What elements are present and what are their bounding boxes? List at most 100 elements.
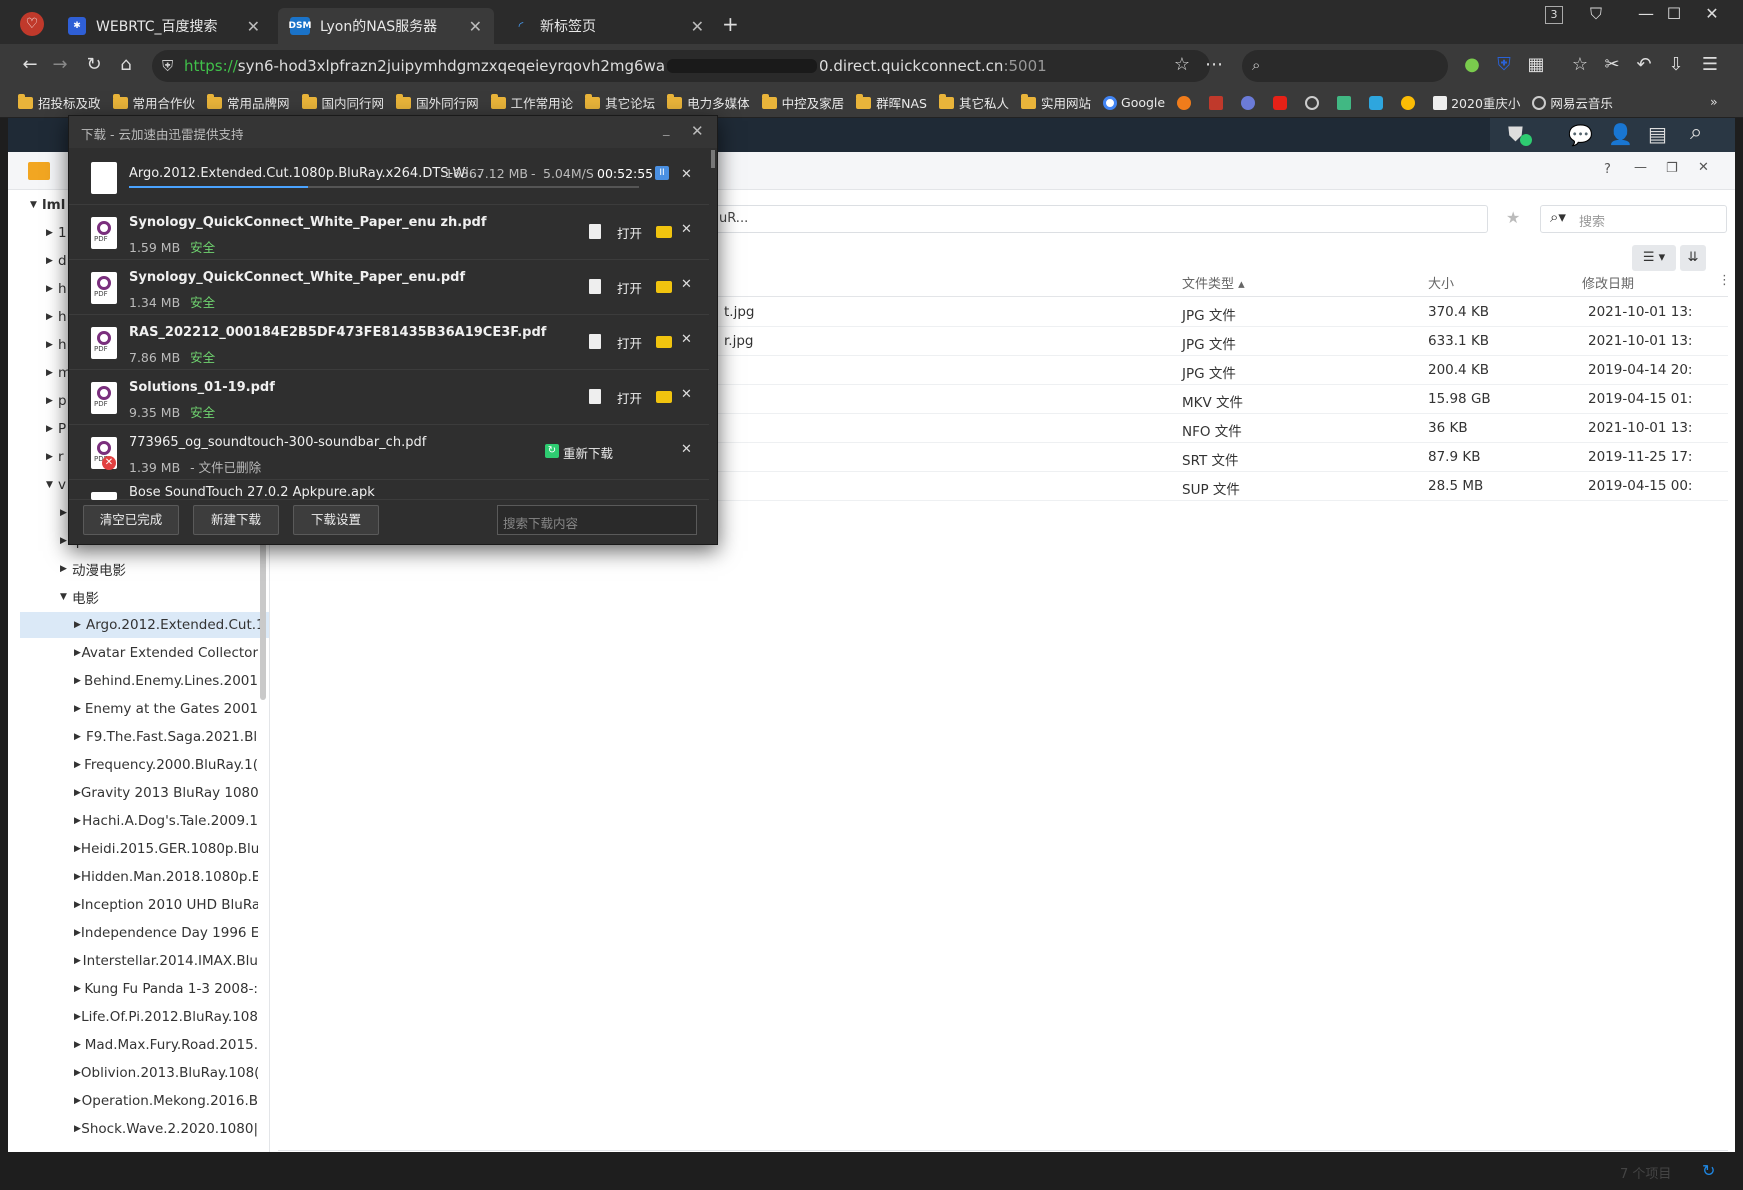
tree-item[interactable]: ▼ 电影 <box>8 584 258 610</box>
caret-right-icon[interactable]: ▶ <box>74 984 84 994</box>
remove-download-icon[interactable]: ✕ <box>681 332 692 347</box>
caret-down-icon[interactable]: ▼ <box>46 480 58 490</box>
caret-down-icon[interactable]: ▼ <box>60 592 72 602</box>
tree-item[interactable]: ▶ Heidi.2015.GER.1080p.Blu <box>8 836 258 862</box>
tree-item[interactable]: ▶ Shock.Wave.2.2020.1080| <box>8 1116 258 1142</box>
remove-download-icon[interactable]: ✕ <box>681 167 692 182</box>
undo-icon[interactable]: ↶ <box>1632 54 1656 75</box>
document-icon[interactable] <box>589 224 601 239</box>
document-icon[interactable] <box>589 279 601 294</box>
help-icon[interactable]: ? <box>1604 162 1611 177</box>
bookmark-swirl-icon[interactable] <box>1241 95 1256 110</box>
extension-icon[interactable]: ● <box>1460 54 1484 75</box>
user-icon[interactable]: 👤 <box>1608 122 1633 146</box>
column-size[interactable]: 大小 <box>1428 273 1454 292</box>
caret-right-icon[interactable]: ▶ <box>74 648 81 658</box>
menu-icon[interactable]: ☰ <box>1698 54 1722 75</box>
redownload-button[interactable]: 重新下载 <box>563 443 613 462</box>
minimize-panel-icon[interactable]: _ <box>663 122 670 137</box>
shield-icon[interactable]: ⛨ <box>162 57 173 75</box>
browser-logo-icon[interactable]: ♡ <box>20 12 44 36</box>
sogou-icon[interactable] <box>1177 95 1192 110</box>
caret-right-icon[interactable]: ▶ <box>74 620 86 630</box>
caret-right-icon[interactable]: ▶ <box>74 760 84 770</box>
caret-right-icon[interactable]: ▶ <box>74 1012 81 1022</box>
bookmark-folder[interactable]: 国外同行网 <box>396 93 479 112</box>
close-window-icon[interactable]: ✕ <box>1694 4 1730 23</box>
caret-right-icon[interactable]: ▶ <box>74 928 81 938</box>
tab-new[interactable]: ◜ 新标签页 ✕ <box>500 8 716 44</box>
telegram-icon[interactable] <box>1369 95 1384 110</box>
bookmark-folder[interactable]: 工作常用论 <box>490 93 573 112</box>
bookmark-netease[interactable]: 网易云音乐 <box>1532 93 1613 112</box>
bookmark-folder[interactable]: 常用品牌网 <box>207 93 290 112</box>
remove-download-icon[interactable]: ✕ <box>681 442 692 457</box>
download-icon[interactable]: ⇩ <box>1664 54 1688 75</box>
caret-right-icon[interactable]: ▶ <box>46 340 58 350</box>
more-icon[interactable]: ⋯ <box>1202 54 1226 75</box>
caret-down-icon[interactable]: ▼ <box>30 200 42 210</box>
caret-right-icon[interactable]: ▶ <box>74 788 81 798</box>
caret-right-icon[interactable]: ▶ <box>46 396 58 406</box>
column-modified[interactable]: 修改日期 <box>1582 273 1634 292</box>
download-item[interactable]: PDF Synology_QuickConnect_White_Paper_enu… <box>69 205 709 260</box>
back-icon[interactable]: ← <box>18 54 42 75</box>
caret-right-icon[interactable]: ▶ <box>74 872 81 882</box>
caret-right-icon[interactable]: ▶ <box>74 1096 82 1106</box>
widgets-icon[interactable]: ▤ <box>1648 122 1667 146</box>
browser-search-input[interactable]: ⌕ <box>1242 50 1448 82</box>
pause-icon[interactable]: II <box>655 166 669 180</box>
bookmark-folder[interactable]: 实用网站 <box>1021 93 1091 112</box>
bookmark-2020[interactable]: 2020重庆小 <box>1433 93 1520 112</box>
apps-grid-icon[interactable]: ▦ <box>1524 54 1548 75</box>
bookmark-folder[interactable]: 招投标及政 <box>18 93 101 112</box>
bookmark-folder[interactable]: 其它私人 <box>938 93 1009 112</box>
bookmark-google[interactable]: Google <box>1103 95 1165 110</box>
home-icon[interactable]: ⌂ <box>114 54 138 75</box>
globe-icon[interactable] <box>1305 95 1320 110</box>
remove-download-icon[interactable]: ✕ <box>681 222 692 237</box>
open-folder-icon[interactable] <box>656 336 672 348</box>
bookmark-folder[interactable]: 常用合作伙 <box>112 93 195 112</box>
caret-right-icon[interactable]: ▶ <box>46 312 58 322</box>
vue-icon[interactable] <box>1337 95 1352 110</box>
tree-item[interactable]: ▶ Oblivion.2013.BluRay.108( <box>8 1060 258 1086</box>
download-list-scrollbar[interactable] <box>711 150 715 168</box>
shield-ext-icon[interactable]: ⛨ <box>1492 54 1516 75</box>
download-item[interactable]: PDF ✕ 773965_og_soundtouch-300-soundbar_ch… <box>69 425 709 480</box>
tab-count-badge[interactable]: 3 <box>1545 6 1563 24</box>
bookmark-star-icon[interactable]: ☆ <box>1170 54 1194 75</box>
tree-item[interactable]: ▶ Frequency.2000.BluRay.1( <box>8 752 258 778</box>
document-icon[interactable] <box>589 334 601 349</box>
tree-item[interactable]: ▶ Independence Day 1996 E <box>8 920 258 946</box>
caret-right-icon[interactable]: ▶ <box>46 424 58 434</box>
tree-item[interactable]: ▶ Operation.Mekong.2016.B <box>8 1088 258 1114</box>
caret-right-icon[interactable]: ▶ <box>46 256 58 266</box>
caret-right-icon[interactable]: ▶ <box>46 452 58 462</box>
tree-item[interactable]: ▶ 动漫电影 <box>8 556 258 582</box>
tree-item[interactable]: ▶ Gravity 2013 BluRay 1080 <box>8 780 258 806</box>
address-bar[interactable]: ⛨ https:// syn6-hod3xlpfrazn2juipymhdgmz… <box>152 50 1210 82</box>
tree-item[interactable]: ▶ Interstellar.2014.IMAX.Blu <box>8 948 258 974</box>
scissors-icon[interactable]: ✂ <box>1600 54 1624 75</box>
new-download-button[interactable]: 新建下载 <box>193 505 279 535</box>
close-tab-icon[interactable]: ✕ <box>469 17 482 36</box>
minimize-icon[interactable]: — <box>1634 160 1647 175</box>
open-button[interactable]: 打开 <box>617 333 642 352</box>
tree-item[interactable]: ▶ Argo.2012.Extended.Cut.1 <box>20 612 269 638</box>
caret-right-icon[interactable]: ▶ <box>46 368 58 378</box>
caret-right-icon[interactable]: ▶ <box>74 1040 85 1050</box>
tab-baidu[interactable]: ✱ WEBRTC_百度搜索 ✕ <box>56 8 272 44</box>
file-search-input[interactable]: 搜索 <box>1540 205 1727 233</box>
column-type[interactable]: 文件类型 ▴ <box>1182 273 1245 292</box>
clear-completed-button[interactable]: 清空已完成 <box>83 505 179 535</box>
path-bar[interactable]: uR... <box>708 205 1488 233</box>
close-icon[interactable]: ✕ <box>1698 160 1709 175</box>
open-folder-icon[interactable] <box>656 391 672 403</box>
caret-right-icon[interactable]: ▶ <box>74 676 84 686</box>
tree-item[interactable]: ▶ Behind.Enemy.Lines.2001 <box>8 668 258 694</box>
caret-right-icon[interactable]: ▶ <box>74 1068 81 1078</box>
open-button[interactable]: 打开 <box>617 388 642 407</box>
bookmark-red-icon[interactable] <box>1209 95 1224 110</box>
tree-item[interactable]: ▶ Mad.Max.Fury.Road.2015. <box>8 1032 258 1058</box>
